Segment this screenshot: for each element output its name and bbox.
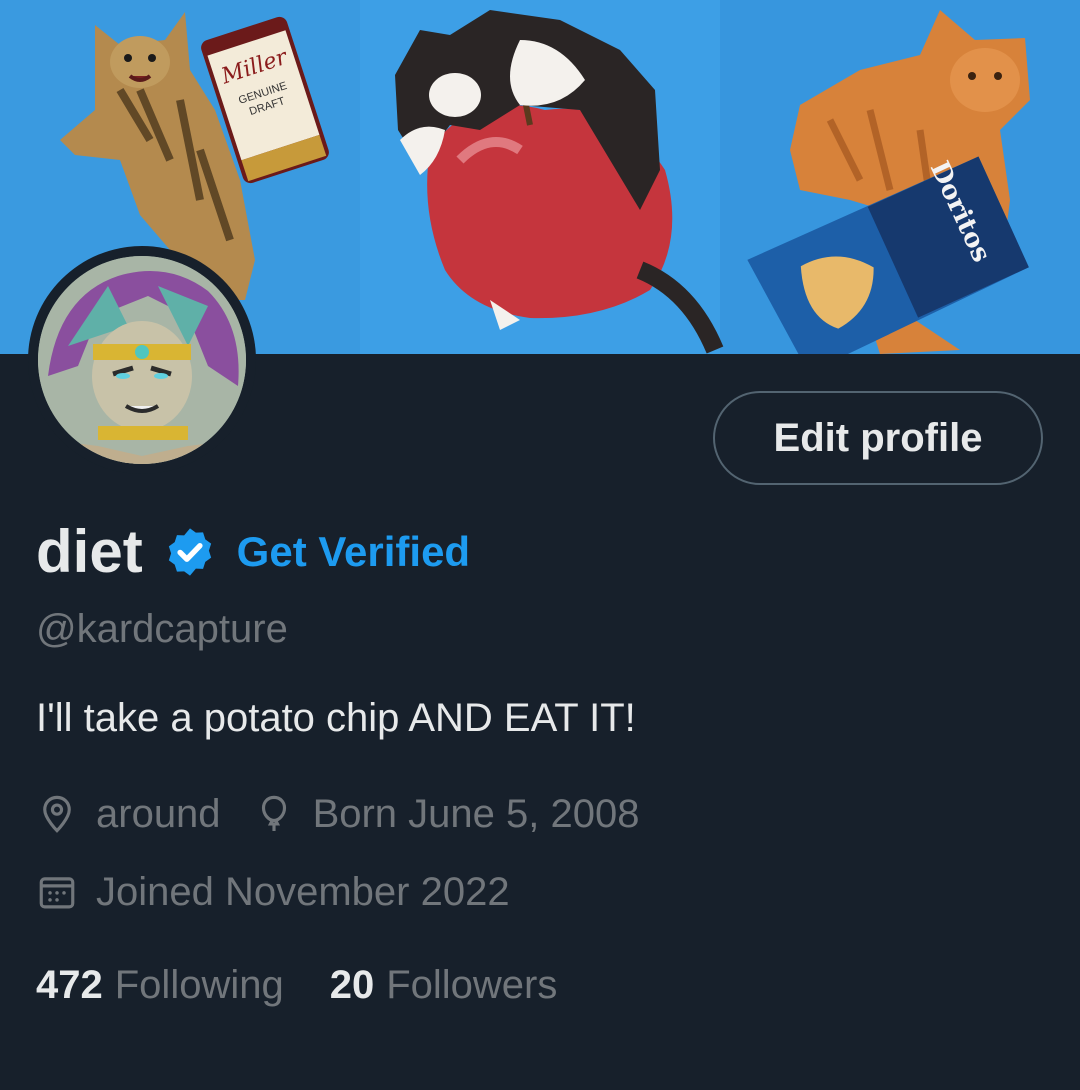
location-text: around xyxy=(96,792,221,836)
location-pin-icon xyxy=(43,795,71,833)
profile-bio: I'll take a potato chip AND EAT IT! xyxy=(36,696,636,740)
balloon-icon xyxy=(261,795,286,831)
following-link[interactable]: 472 Following xyxy=(36,960,284,1010)
calendar-icon xyxy=(39,877,75,909)
location-item: around xyxy=(36,789,221,839)
followers-link[interactable]: 20 Followers xyxy=(330,960,558,1010)
name-row: diet Get Verified xyxy=(36,514,470,590)
following-count: 472 xyxy=(36,963,103,1007)
followers-count: 20 xyxy=(329,963,375,1007)
following-label: Following xyxy=(114,963,284,1007)
profile-handle: @kardcapture xyxy=(36,607,288,651)
birthday-text: Born June 5, 2008 xyxy=(312,792,640,836)
profile-avatar[interactable] xyxy=(28,246,256,474)
profile-page: Miller GENUINE DRAFT Doritos Edit profil… xyxy=(0,0,1080,1090)
profile-meta-row-joined: Joined November 2022 xyxy=(36,867,510,917)
birthday-item: Born June 5, 2008 xyxy=(253,789,640,839)
joined-item: Joined November 2022 xyxy=(36,867,510,917)
follow-stats: 472 Following 20 Followers xyxy=(36,960,557,1010)
display-name: diet xyxy=(36,518,143,585)
get-verified-link[interactable]: Get Verified xyxy=(237,514,470,590)
edit-profile-button[interactable]: Edit profile xyxy=(713,391,1043,485)
verified-badge-icon[interactable] xyxy=(163,525,217,579)
joined-text: Joined November 2022 xyxy=(96,870,510,914)
followers-label: Followers xyxy=(386,963,558,1007)
avatar-image xyxy=(38,256,246,464)
profile-meta-row: around Born June 5, 2008 xyxy=(36,789,639,839)
